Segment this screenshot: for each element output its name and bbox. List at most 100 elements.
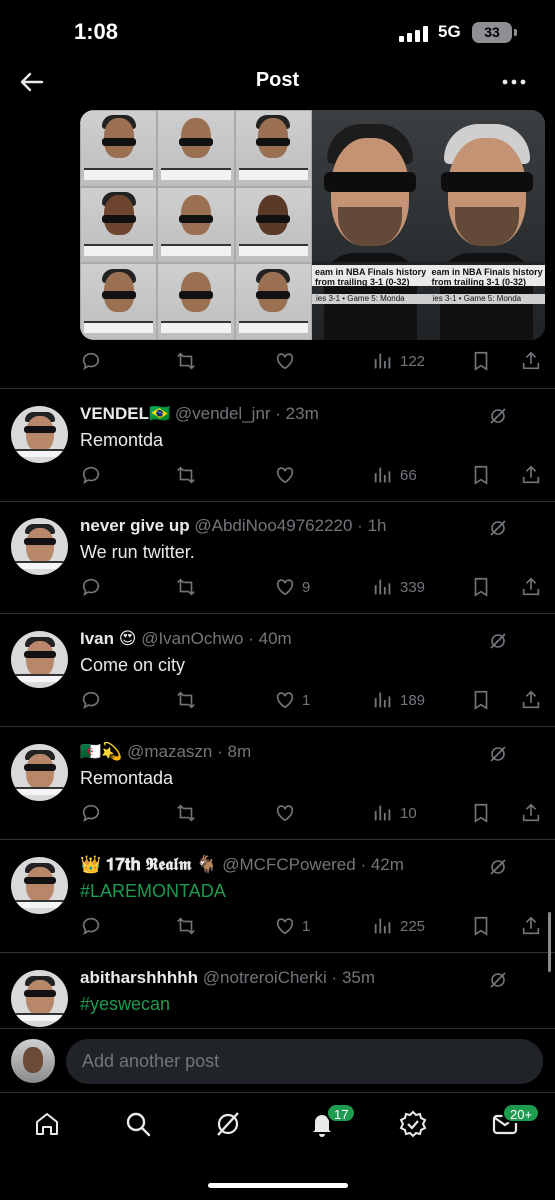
reply-button[interactable] — [80, 687, 102, 713]
author-handle[interactable]: @mazaszn — [127, 742, 212, 761]
reply-input[interactable]: Add another post — [66, 1039, 543, 1084]
reply-item[interactable]: 👑 𝟏𝟕𝐭𝐡 𝕽𝖊𝖆𝖑𝖒 🐐 @MCFCPowered · 42m #LAREM… — [0, 841, 555, 953]
scrollbar[interactable] — [548, 912, 551, 972]
reply-time: 1h — [367, 516, 387, 535]
view-count: 189 — [400, 691, 426, 709]
avatar[interactable] — [11, 970, 68, 1027]
grok-icon[interactable] — [488, 518, 508, 538]
reply-item[interactable]: VENDEL🇧🇷 @vendel_jnr · 23m Remontda 66 — [0, 390, 555, 502]
grok-icon[interactable] — [488, 631, 508, 651]
share-button[interactable] — [520, 462, 542, 488]
share-button[interactable] — [520, 800, 542, 826]
reply-time: 40m — [258, 629, 292, 648]
share-icon — [522, 803, 540, 822]
like-button[interactable]: 9 — [274, 574, 310, 600]
avatar[interactable] — [11, 631, 68, 688]
bookmark-button[interactable] — [470, 348, 492, 374]
reply-button[interactable] — [80, 800, 102, 826]
author-handle[interactable]: @vendel_jnr — [175, 404, 271, 423]
view-count: 10 — [400, 804, 417, 822]
tab-search[interactable] — [123, 1109, 153, 1139]
reply-action-bar: 1 189 — [80, 687, 545, 713]
avatar[interactable] — [11, 744, 68, 801]
heart-icon — [276, 467, 294, 484]
bookmark-button[interactable] — [470, 462, 492, 488]
share-button[interactable] — [520, 348, 542, 374]
grok-icon[interactable] — [488, 970, 508, 990]
views-stat[interactable]: 122 — [372, 348, 425, 374]
repost-button[interactable] — [175, 687, 197, 713]
views-stat[interactable]: 66 — [372, 462, 417, 488]
my-avatar[interactable] — [11, 1039, 55, 1083]
caption-bar: eam in NBA Finals history has comefrom t… — [312, 261, 429, 286]
reply-time: 8m — [227, 742, 252, 761]
network-label: 5G — [438, 22, 461, 41]
avatar[interactable] — [11, 518, 68, 575]
repost-icon — [177, 352, 195, 370]
like-button[interactable] — [274, 462, 302, 488]
like-button[interactable] — [274, 348, 296, 374]
grok-icon[interactable] — [488, 857, 508, 877]
author-name[interactable]: VENDEL🇧🇷 — [80, 404, 170, 423]
page-title: Post — [255, 69, 300, 91]
like-button[interactable]: 1 — [274, 913, 310, 939]
share-button[interactable] — [520, 574, 542, 600]
bookmark-button[interactable] — [470, 574, 492, 600]
reply-button[interactable] — [80, 574, 102, 600]
reply-text: Remontda — [80, 430, 164, 450]
repost-button[interactable] — [175, 462, 197, 488]
repost-button[interactable] — [175, 574, 197, 600]
author-name[interactable]: abitharshhhhh — [80, 968, 198, 987]
like-button[interactable] — [274, 800, 302, 826]
views-stat[interactable]: 10 — [372, 800, 417, 826]
view-count: 66 — [400, 466, 417, 484]
author-handle[interactable]: @MCFCPowered — [222, 855, 355, 874]
reply-meta: 👑 𝟏𝟕𝐭𝐡 𝕽𝖊𝖆𝖑𝖒 🐐 @MCFCPowered · 42m — [80, 855, 404, 875]
reply-item[interactable]: 🇩🇿💫 @mazaszn · 8m Remontada 10 — [0, 728, 555, 840]
grok-icon[interactable] — [488, 406, 508, 426]
repost-icon — [177, 804, 195, 822]
author-handle[interactable]: @AbdiNoo49762220 — [194, 516, 352, 535]
reply-button[interactable] — [80, 462, 102, 488]
author-name[interactable]: 🇩🇿💫 — [80, 742, 122, 761]
divider — [0, 613, 555, 614]
share-button[interactable] — [520, 687, 542, 713]
post-media-image[interactable]: eam in NBA Finals history has comefrom t… — [80, 110, 545, 340]
tab-home[interactable] — [32, 1109, 62, 1139]
author-name[interactable]: Ivan 😍 — [80, 629, 136, 648]
author-handle[interactable]: @IvanOchwo — [141, 629, 243, 648]
reply-text: We run twitter. — [80, 542, 195, 562]
repost-button[interactable] — [175, 800, 197, 826]
author-name[interactable]: 👑 𝟏𝟕𝐭𝐡 𝕽𝖊𝖆𝖑𝖒 🐐 — [80, 855, 218, 874]
repost-button[interactable] — [175, 348, 197, 374]
like-button[interactable]: 1 — [274, 687, 310, 713]
reply-text: Come on city — [80, 655, 186, 675]
bookmark-button[interactable] — [470, 913, 492, 939]
avatar[interactable] — [11, 857, 68, 914]
reply-button[interactable] — [80, 913, 102, 939]
views-icon — [374, 805, 391, 821]
reply-item[interactable]: never give up @AbdiNoo49762220 · 1h We r… — [0, 502, 555, 614]
views-stat[interactable]: 339 — [372, 574, 425, 600]
author-handle[interactable]: @notreroiCherki — [203, 968, 327, 987]
views-stat[interactable]: 225 — [372, 913, 425, 939]
more-options-icon[interactable] — [500, 70, 528, 94]
separator-dot: · — [270, 404, 286, 423]
avatar[interactable] — [11, 406, 68, 463]
reply-item[interactable]: Ivan 😍 @IvanOchwo · 40m Come on city 1 1… — [0, 615, 555, 727]
reply-text[interactable]: #LAREMONTADA — [80, 881, 226, 902]
share-button[interactable] — [520, 913, 542, 939]
tab-communities[interactable] — [398, 1109, 428, 1139]
views-stat[interactable]: 189 — [372, 687, 425, 713]
bookmark-button[interactable] — [470, 800, 492, 826]
share-icon — [522, 690, 540, 709]
like-count: 1 — [302, 691, 311, 709]
tab-grok[interactable] — [213, 1109, 243, 1139]
author-name[interactable]: never give up — [80, 516, 190, 535]
reply-text[interactable]: #yeswecan — [80, 994, 170, 1015]
grok-icon — [217, 1112, 239, 1136]
grok-icon[interactable] — [488, 744, 508, 764]
bookmark-button[interactable] — [470, 687, 492, 713]
repost-button[interactable] — [175, 913, 197, 939]
reply-button[interactable] — [80, 348, 102, 374]
